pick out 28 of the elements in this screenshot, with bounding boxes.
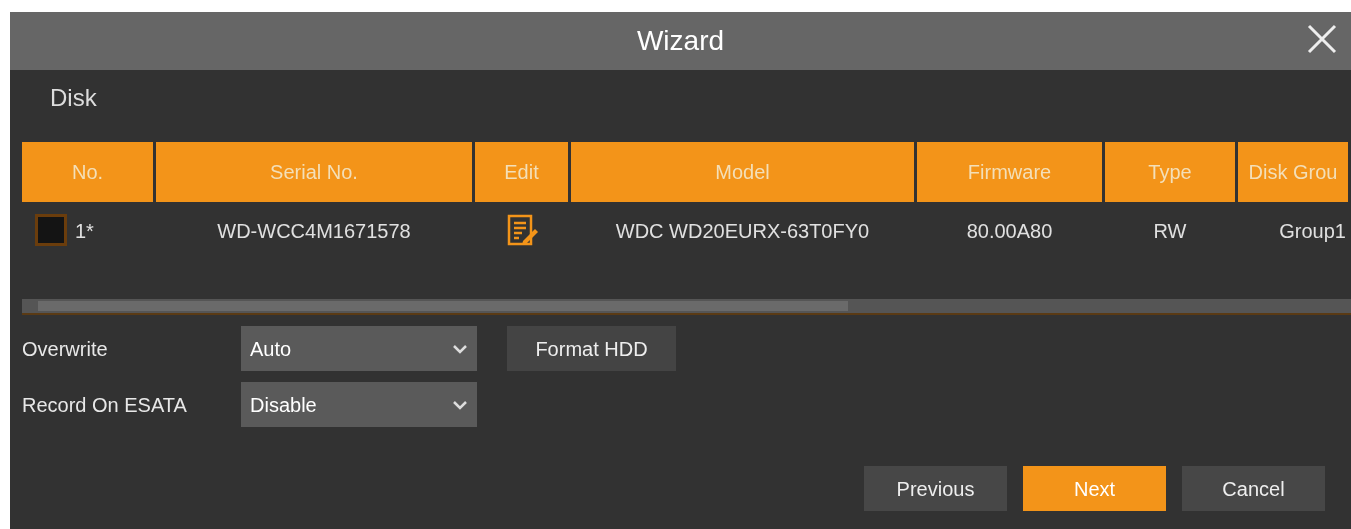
dropdown[interactable]: Auto (241, 326, 477, 371)
table-cell-text: 80.00A80 (966, 219, 1053, 244)
column-header: Serial No. (156, 142, 472, 202)
horizontal-scrollbar[interactable] (22, 299, 1351, 313)
column-header: Edit (475, 142, 568, 202)
table-cell-text: WD-WCC4M1671578 (217, 219, 411, 244)
column-header: Type (1105, 142, 1235, 202)
dropdown[interactable]: Disable (241, 382, 477, 427)
row-checkbox[interactable] (35, 214, 67, 246)
setting-label: Record On ESATA (22, 392, 188, 418)
column-header: Disk Grou (1238, 142, 1348, 202)
wizard-button[interactable]: Cancel (1182, 466, 1325, 511)
edit-icon[interactable] (505, 214, 538, 246)
column-header: Firmware (917, 142, 1102, 202)
wizard-button[interactable]: Previous (864, 466, 1007, 511)
window-title: Wizard (636, 24, 725, 58)
table-cell-text: WDC WD20EURX-63T0FY0 (615, 219, 870, 244)
column-header: No. (22, 142, 153, 202)
section-title: Disk (50, 82, 97, 113)
table-cell-text: 1* (75, 219, 94, 244)
setting-label: Overwrite (22, 336, 109, 362)
chevron-icon (452, 343, 468, 354)
column-header: Model (571, 142, 914, 202)
chevron-icon (452, 399, 468, 410)
table-cell-text: RW (1153, 219, 1187, 244)
format-hdd-button[interactable]: Format HDD (507, 326, 676, 371)
table-cell-text: Group1 (1279, 219, 1346, 244)
close-icon[interactable] (1307, 24, 1337, 54)
